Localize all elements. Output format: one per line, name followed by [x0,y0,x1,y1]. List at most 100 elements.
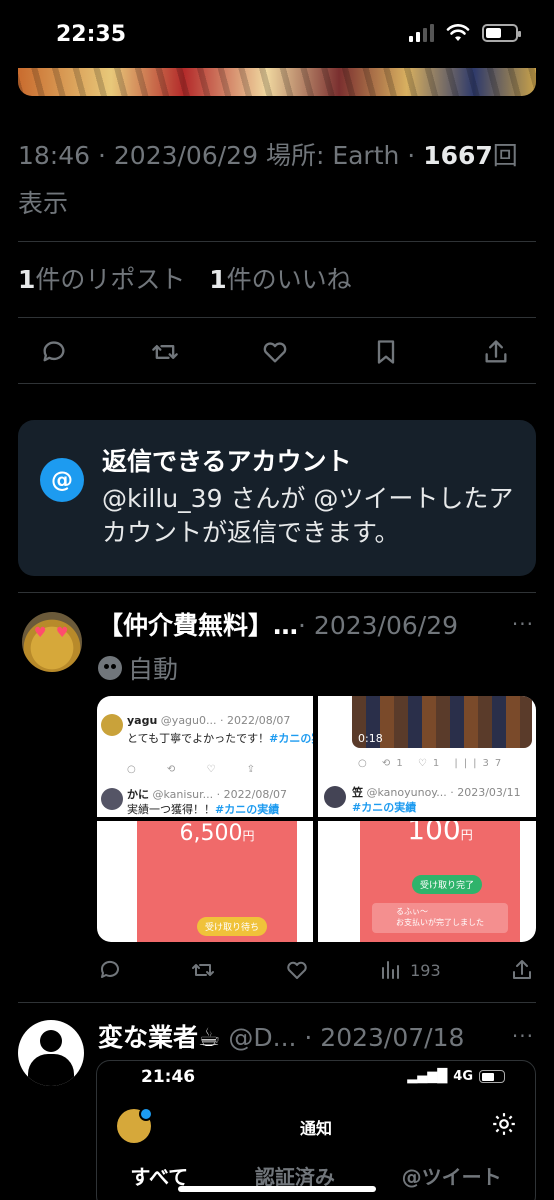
divider [18,317,536,318]
status-pill: 受け取り完了 [412,875,483,894]
analytics-icon [382,961,400,979]
status-icons [409,24,521,42]
reply-restriction-card: @ 返信できるアカウント @killu_39 さんが @ツイートしたアカウントが… [18,420,536,576]
heart-eye-icon: ♥ [56,625,69,641]
mini-tweet-text: 実績一つ獲得！！#カニの実績 [127,801,279,817]
avatar[interactable]: ♥ ♥ [22,612,82,672]
mini-name: かに [127,788,149,801]
meta-separator: · [399,141,424,170]
note-text: お支払いが完了しました [396,918,484,927]
avatar [101,788,123,810]
mini-text: とても丁寧でよかったです！ [127,732,270,745]
screenshot-title: 通知 [299,1119,332,1138]
likes-count: 1 [209,265,227,294]
bookmark-icon[interactable] [372,338,400,366]
reply-icon[interactable] [98,958,122,982]
divider [18,592,536,593]
views-button[interactable]: 193 [378,958,441,982]
mini-tweet-text: #カニの実績 [352,799,416,815]
battery-icon [479,1070,505,1083]
reposts-label: 件のリポスト [35,265,186,294]
like-icon[interactable] [261,338,289,366]
mini-name: yagu [127,714,158,727]
media-image[interactable]: yagu @yagu0... · 2022/08/07 とても丁寧でよかったです… [97,696,313,817]
mini-action-icons: ○ ⟲1 ♡1 |||37 [358,758,508,769]
payment-panel: 100円 受け取り完了 るふぃ〜 お支払いが完了しました [360,821,520,942]
video-duration: 0:18 [358,732,383,745]
payment-note: るふぃ〜 お支払いが完了しました [372,903,508,933]
avatar [101,714,123,736]
mini-hashtag: #カニの実績 [269,732,313,745]
tweet-date: 2023/06/29 [113,141,258,170]
media-image[interactable]: 0:18 ○ ⟲1 ♡1 |||37 笠 @kanoyunoy... · 202… [318,696,536,817]
divider [18,383,536,384]
media-grid: yagu @yagu0... · 2022/08/07 とても丁寧でよかったです… [97,696,536,942]
mini-stat: 37 [482,758,508,769]
screenshot-image[interactable]: 21:46 ▂▄▆█ 4G 通知 すべて 認証済み @ツイート [96,1060,536,1200]
cellular-signal-icon: ▂▄▆█ [407,1069,448,1084]
payment-amount: 100円 [360,821,520,846]
amount-currency: 円 [460,828,473,842]
note-name: るふぃ〜 [396,907,428,916]
gear-icon [493,1113,515,1135]
like-icon[interactable] [285,958,309,982]
mini-tweet-header: yagu @yagu0... · 2022/08/07 [127,714,290,727]
automated-text: 自動 [128,655,179,684]
likes-label: 件のいいね [226,265,352,294]
reply-header: 【仲介費無料】…· 2023/06/29 [98,606,458,642]
reposts-link[interactable]: 1件のリポスト [18,265,185,294]
tweet-time: 18:46 [18,141,91,170]
mini-hashtag: #カニの実績 [352,801,417,814]
wifi-icon [446,24,470,41]
more-options-icon[interactable]: ··· [512,612,534,636]
tweet-meta: 18:46 · 2023/06/29 場所: Earth · 1667回表示 [18,132,538,228]
media-image[interactable]: 100円 受け取り完了 るふぃ〜 お支払いが完了しました [318,821,536,942]
divider [18,241,536,242]
mini-tweet-text: とても丁寧でよかったです！#カニの実績 [127,730,313,746]
mini-meta: @yagu0... · 2022/08/07 [157,714,291,727]
battery-icon [482,24,521,42]
media-image[interactable]: 6,500円 受け取り待ち [97,821,313,942]
status-time: 22:35 [56,22,127,47]
tweet-action-bar [40,338,510,366]
reposts-count: 1 [18,265,36,294]
likes-link[interactable]: 1件のいいね [209,265,351,294]
bot-icon [98,656,122,680]
repost-icon[interactable] [151,338,179,366]
share-icon[interactable] [482,338,510,366]
screenshot-time: 21:46 [141,1067,196,1087]
heart-eye-icon: ♥ [34,625,47,641]
views-count: 193 [410,960,441,980]
mini-tweet-header: かに @kanisur... · 2022/08/07 [127,786,287,802]
tweet-date: · 2023/06/29 [298,611,459,640]
mini-meta: @kanisur... · 2022/08/07 [149,788,288,801]
reply-header: 変な業者☕ @D... · 2023/07/18 [98,1018,464,1054]
divider [18,1002,536,1003]
repost-icon[interactable] [191,958,215,982]
more-options-icon[interactable]: ··· [512,1024,534,1048]
display-name[interactable]: 変な業者☕ [98,1023,220,1052]
home-indicator[interactable] [178,1186,376,1192]
user-handle[interactable]: @D... [220,1023,296,1052]
mini-hashtag: #カニの実績 [215,803,280,816]
person-silhouette-body [28,1054,74,1086]
avatar[interactable] [18,1020,84,1086]
reply-restriction-title: 返信できるアカウント [102,447,352,476]
location-prefix: 場所: [265,141,333,170]
share-icon[interactable] [510,958,534,982]
screenshot-status: ▂▄▆█ 4G [407,1069,505,1084]
mini-stat: 1 [396,758,409,769]
automated-label: 自動 [98,650,178,686]
tweet-date: · 2023/07/18 [296,1023,465,1052]
amount-currency: 円 [242,829,255,843]
payment-panel: 6,500円 受け取り待ち [137,821,297,942]
reply-icon[interactable] [40,338,68,366]
meta-separator: · [90,141,114,170]
tweet-location[interactable]: Earth [332,141,399,170]
mini-tweet-header: 笠 @kanoyunoy... · 2023/03/11 [352,784,521,800]
mini-stat: 1 [432,758,446,769]
mini-name: 笠 [352,786,363,799]
views-count: 1667 [423,141,493,170]
tab-mentions: @ツイート [401,1165,502,1189]
display-name[interactable]: 【仲介費無料】… [98,611,298,640]
